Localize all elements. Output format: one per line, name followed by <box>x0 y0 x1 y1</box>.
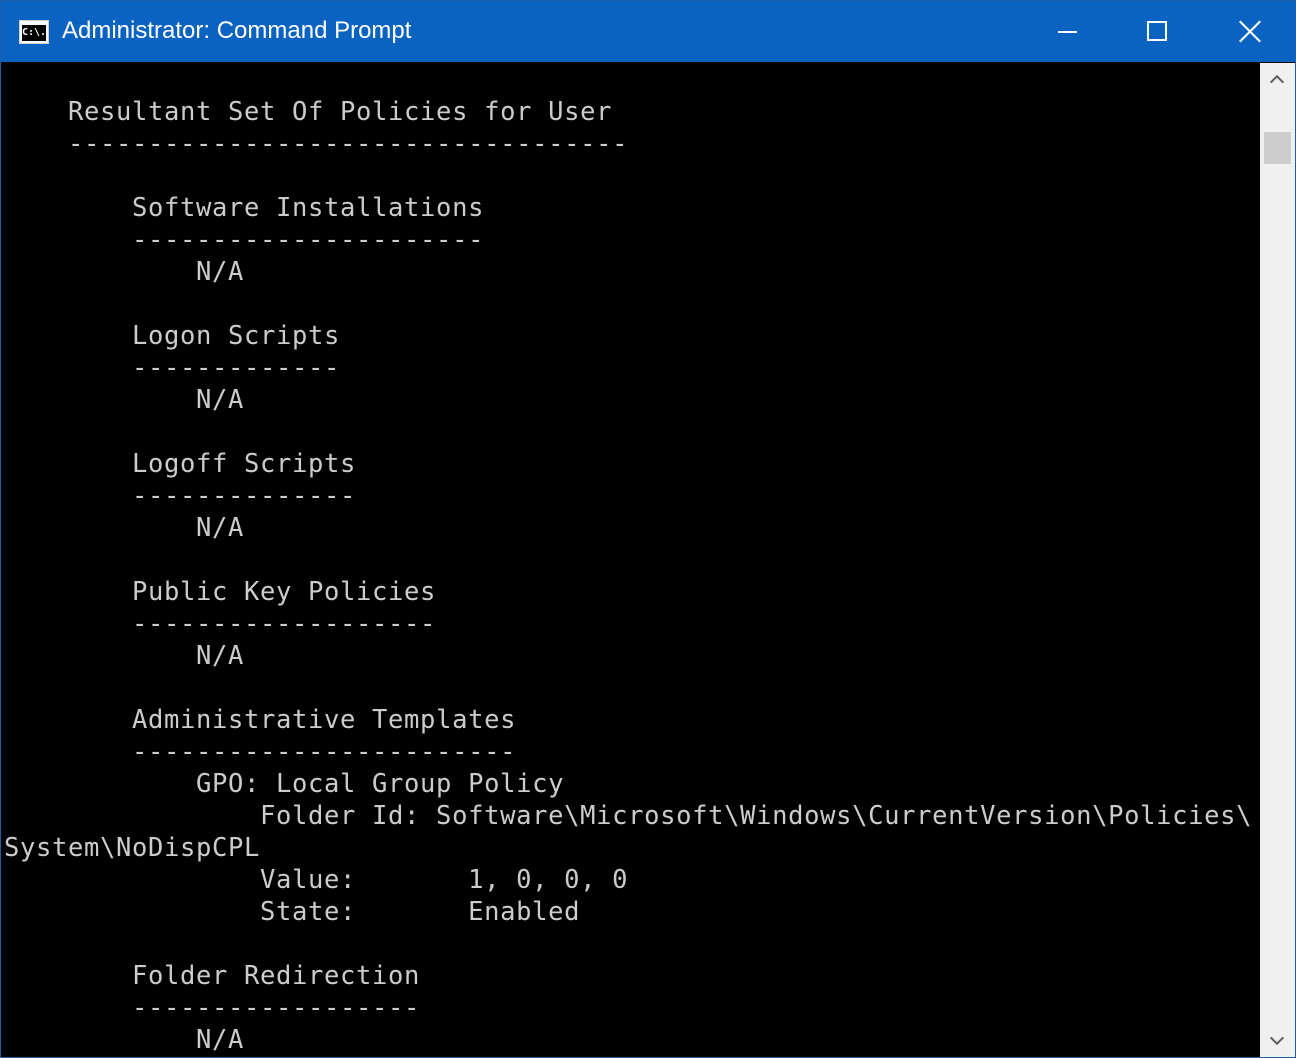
chevron-up-icon <box>1269 74 1285 90</box>
cmd-icon-text: C:\. <box>22 25 46 41</box>
window-title: Administrator: Command Prompt <box>62 17 412 44</box>
console-line: GPO: Local Group Policy <box>4 769 565 799</box>
maximize-button[interactable] <box>1112 1 1202 62</box>
console-line: Value: 1, 0, 0, 0 <box>4 865 629 895</box>
console-line: -------------- <box>4 481 357 511</box>
console-line: State: Enabled <box>4 897 581 927</box>
console-line: ----------------------------------- <box>4 129 629 159</box>
console-line: ---------------------- <box>4 225 485 255</box>
console-line: N/A <box>4 385 245 415</box>
console-line: Logon Scripts <box>4 321 341 351</box>
minimize-icon <box>1058 31 1077 33</box>
console-line: ------------------------ <box>4 737 517 767</box>
maximize-icon <box>1147 21 1167 41</box>
chevron-down-icon <box>1269 1030 1285 1046</box>
vertical-scrollbar[interactable] <box>1260 63 1295 1057</box>
close-icon <box>1238 19 1262 43</box>
console-line: Logoff Scripts <box>4 449 357 479</box>
scrollbar-thumb[interactable] <box>1264 132 1291 164</box>
console-line: Folder Redirection <box>4 961 421 991</box>
command-prompt-window: C:\. Administrator: Command Prompt Resul… <box>0 0 1296 1058</box>
minimize-button[interactable] <box>1022 1 1112 62</box>
console-line: Public Key Policies <box>4 577 437 607</box>
console-line: System\NoDispCPL <box>4 833 261 863</box>
console-text: Resultant Set Of Policies for User -----… <box>4 96 1252 1056</box>
title-bar[interactable]: C:\. Administrator: Command Prompt <box>1 1 1295 62</box>
console-line: Software Installations <box>4 193 485 223</box>
console-line: ------------------- <box>4 609 437 639</box>
console-line: ------------------ <box>4 993 421 1023</box>
scroll-down-button[interactable] <box>1260 1025 1295 1057</box>
console-output-area[interactable]: Resultant Set Of Policies for User -----… <box>2 63 1259 1057</box>
console-line: Administrative Templates <box>4 705 517 735</box>
console-line: Folder Id: Software\Microsoft\Windows\Cu… <box>4 801 1253 831</box>
console-line: Resultant Set Of Policies for User <box>4 97 613 127</box>
cmd-app-icon[interactable]: C:\. <box>19 20 49 44</box>
scroll-up-button[interactable] <box>1260 63 1295 97</box>
console-line: N/A <box>4 641 245 671</box>
console-line: ------------- <box>4 353 341 383</box>
console-line: N/A <box>4 513 245 543</box>
console-line: N/A <box>4 1025 245 1055</box>
console-line: N/A <box>4 257 245 287</box>
close-button[interactable] <box>1202 1 1295 62</box>
